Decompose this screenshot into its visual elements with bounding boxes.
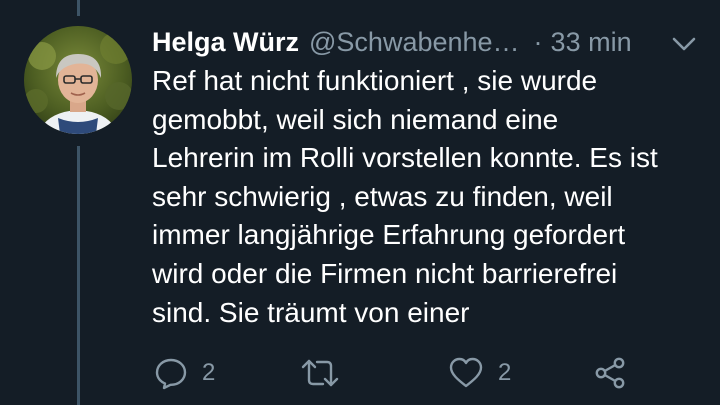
timestamp[interactable]: 33 min (551, 27, 632, 58)
tweet[interactable]: Helga Würz @Schwabenhe… · 33 min Ref hat… (0, 0, 720, 405)
reply-button[interactable]: 2 (154, 355, 215, 391)
reply-icon (155, 358, 187, 390)
tweet-header: Helga Würz @Schwabenhe… · 33 min (152, 24, 692, 60)
tweet-text: Ref hat nicht funktioniert , sie wurde g… (152, 65, 658, 328)
more-options-button[interactable] (670, 34, 698, 54)
chevron-down-icon (672, 37, 696, 51)
tweet-actions: 2 2 (0, 355, 720, 391)
separator-dot: · (533, 26, 543, 57)
like-button[interactable]: 2 (448, 355, 511, 391)
retweet-button[interactable] (300, 355, 354, 391)
retweet-icon (301, 359, 339, 387)
user-handle[interactable]: @Schwabenhe… (309, 27, 520, 58)
avatar-image (24, 26, 132, 134)
reply-count: 2 (202, 359, 216, 386)
avatar[interactable] (24, 26, 132, 134)
thread-line-top (77, 0, 80, 16)
like-count: 2 (498, 359, 512, 386)
like-icon (449, 357, 483, 388)
share-button[interactable] (594, 355, 628, 391)
share-icon (595, 357, 625, 389)
display-name[interactable]: Helga Würz (152, 27, 299, 58)
